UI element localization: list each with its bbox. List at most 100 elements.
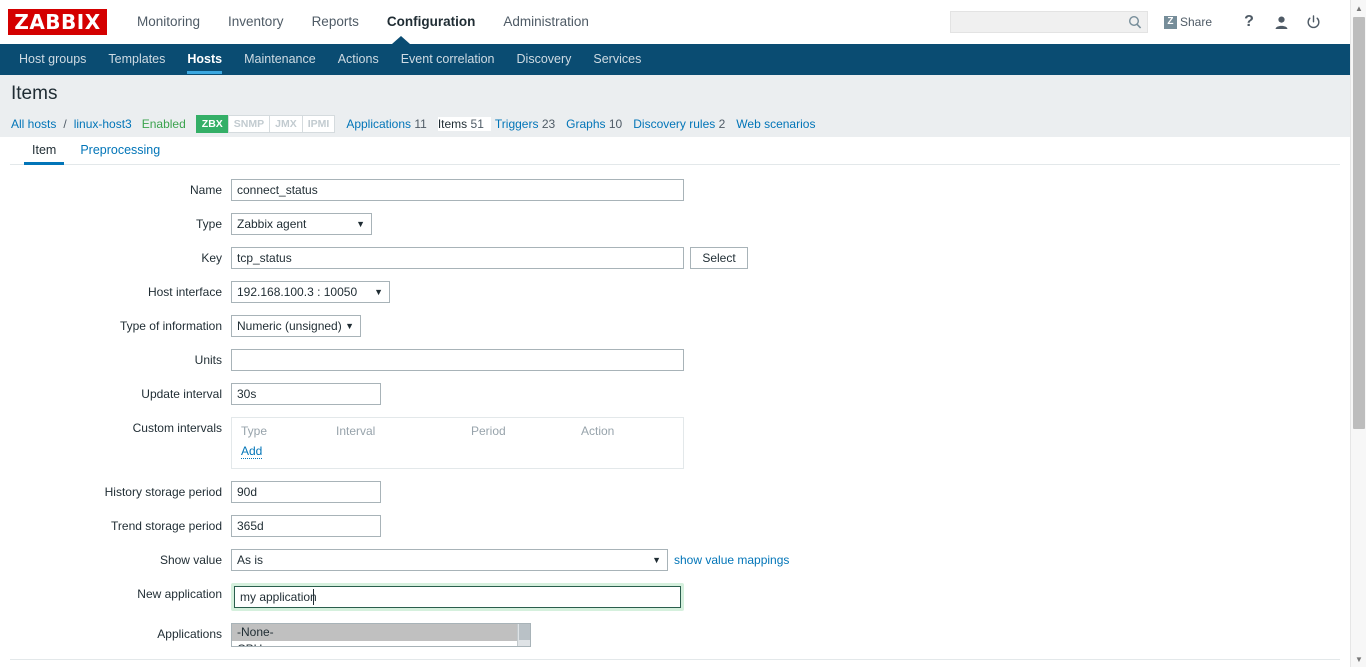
label-type-of-information: Type of information: [119, 319, 222, 333]
badge-jmx[interactable]: JMX: [269, 115, 303, 133]
zabbix-logo[interactable]: ZABBIX: [8, 9, 107, 35]
breadcrumb-link-web-scenarios[interactable]: Web scenarios: [736, 117, 822, 131]
text-cursor-icon: [313, 589, 314, 605]
chevron-down-icon: ▼: [652, 555, 661, 565]
new-application-field-wrapper: [231, 583, 684, 611]
nav-item-administration[interactable]: Administration: [489, 0, 603, 44]
breadcrumb-all-hosts[interactable]: All hosts: [11, 117, 63, 131]
field-row-key: Key Select: [10, 247, 1340, 269]
global-search[interactable]: [949, 11, 1148, 33]
badge-snmp[interactable]: SNMP: [227, 115, 271, 133]
type-select[interactable]: Zabbix agent ▼: [231, 213, 372, 235]
field-row-trend-storage-period: Trend storage period: [10, 515, 1340, 537]
browser-scrollbar-thumb[interactable]: [1353, 17, 1365, 429]
scroll-up-arrow-icon[interactable]: ▲: [1351, 0, 1366, 16]
badge-zbx[interactable]: ZBX: [195, 115, 229, 133]
name-input[interactable]: [231, 179, 684, 201]
power-icon[interactable]: [1300, 9, 1326, 35]
subnav-item-hosts[interactable]: Hosts: [176, 44, 233, 75]
user-icon[interactable]: [1268, 9, 1294, 35]
column-header-type: Type: [241, 424, 268, 438]
show-value-mappings-link[interactable]: show value mappings: [674, 549, 789, 571]
applications-option-cpu[interactable]: CPU: [232, 641, 530, 646]
label-host-interface: Host interface: [147, 285, 222, 299]
label-show-value: Show value: [159, 553, 222, 567]
browser-scrollbar[interactable]: ▲ ▼: [1350, 0, 1366, 667]
field-row-type: Type Zabbix agent ▼: [10, 213, 1340, 235]
link-count-items: 51: [470, 117, 484, 131]
tab-item[interactable]: Item: [20, 143, 68, 165]
label-update-interval: Update interval: [141, 387, 222, 401]
host-interface-select[interactable]: 192.168.100.3 : 10050 ▼: [231, 281, 390, 303]
show-value-selected: As is: [237, 553, 264, 567]
nav-item-configuration[interactable]: Configuration: [373, 0, 489, 44]
subnav-item-actions[interactable]: Actions: [327, 44, 390, 75]
update-interval-input[interactable]: [231, 383, 381, 405]
label-type: Type: [195, 217, 222, 231]
host-interface-badges: ZBX SNMP JMX IPMI: [195, 115, 336, 133]
field-row-history-storage-period: History storage period: [10, 481, 1340, 503]
subnav-item-maintenance[interactable]: Maintenance: [233, 44, 327, 75]
badge-ipmi[interactable]: IPMI: [301, 115, 336, 133]
help-icon[interactable]: ?: [1236, 9, 1262, 35]
field-row-host-interface: Host interface 192.168.100.3 : 10050 ▼: [10, 281, 1340, 303]
main-navigation: Monitoring Inventory Reports Configurati…: [123, 0, 603, 44]
link-label-triggers: Triggers: [494, 117, 539, 131]
chevron-down-icon: ▼: [374, 287, 383, 297]
link-count-applications: 11: [414, 117, 427, 131]
search-input[interactable]: [950, 12, 1147, 32]
host-status-badge: Enabled: [141, 117, 186, 131]
search-icon: [1128, 15, 1142, 30]
trend-storage-period-input[interactable]: [231, 515, 381, 537]
label-key: Key: [201, 251, 222, 265]
host-interface-value: 192.168.100.3 : 10050: [237, 285, 358, 299]
field-row-name: Name: [10, 179, 1340, 201]
key-input[interactable]: [231, 247, 684, 269]
link-label-applications: Applications: [346, 117, 412, 131]
subnav-item-discovery[interactable]: Discovery: [506, 44, 583, 75]
nav-item-inventory[interactable]: Inventory: [214, 0, 298, 44]
scroll-down-arrow-icon[interactable]: ▼: [1351, 651, 1366, 667]
subnav-item-services[interactable]: Services: [582, 44, 652, 75]
new-application-input[interactable]: [234, 586, 681, 608]
show-value-select[interactable]: As is ▼: [231, 549, 668, 571]
breadcrumb-link-discovery-rules[interactable]: Discovery rules 2: [633, 117, 732, 131]
history-storage-period-input[interactable]: [231, 481, 381, 503]
custom-intervals-table: Type Interval Period Action Add: [231, 417, 684, 469]
header-actions: Z Share ?: [949, 9, 1350, 35]
type-of-information-select[interactable]: Numeric (unsigned) ▼: [231, 315, 361, 337]
applications-listbox-scroll-thumb[interactable]: [519, 624, 530, 640]
label-applications: Applications: [157, 627, 222, 641]
breadcrumb-link-triggers[interactable]: Triggers 23: [495, 117, 562, 131]
nav-item-reports[interactable]: Reports: [298, 0, 373, 44]
units-input[interactable]: [231, 349, 684, 371]
breadcrumb-link-graphs[interactable]: Graphs 10: [566, 117, 629, 131]
tab-preprocessing[interactable]: Preprocessing: [68, 143, 172, 164]
page-title: Items: [11, 82, 58, 104]
custom-intervals-add-link[interactable]: Add: [241, 444, 263, 459]
link-count-graphs: 10: [608, 117, 623, 131]
link-label-discovery-rules: Discovery rules: [633, 117, 716, 131]
breadcrumb-host[interactable]: linux-host3: [74, 117, 139, 131]
field-row-new-application: New application: [10, 583, 1340, 611]
breadcrumb-link-applications[interactable]: Applications 11: [346, 117, 434, 131]
key-select-button[interactable]: Select: [690, 247, 748, 269]
applications-option-none[interactable]: -None-: [232, 624, 530, 641]
breadcrumb-link-items[interactable]: Items 51: [437, 117, 491, 131]
sub-navigation: Host groups Templates Hosts Maintenance …: [0, 44, 1350, 75]
subnav-item-event-correlation[interactable]: Event correlation: [390, 44, 506, 75]
app-page: ZABBIX Monitoring Inventory Reports Conf…: [0, 0, 1350, 667]
browser-viewport: ZABBIX Monitoring Inventory Reports Conf…: [0, 0, 1366, 667]
subnav-item-templates[interactable]: Templates: [97, 44, 176, 75]
subnav-item-host-groups[interactable]: Host groups: [8, 44, 97, 75]
nav-item-monitoring[interactable]: Monitoring: [123, 0, 214, 44]
zabbix-share-icon: Z: [1163, 15, 1177, 29]
field-row-applications: Applications -None- CPU: [10, 623, 1340, 647]
label-name: Name: [189, 183, 222, 197]
applications-listbox[interactable]: -None- CPU: [231, 623, 531, 647]
link-count-discovery-rules: 2: [718, 117, 726, 131]
label-trend-storage-period: Trend storage period: [111, 519, 222, 533]
applications-listbox-scrollbar[interactable]: [517, 624, 530, 646]
field-row-update-interval: Update interval: [10, 383, 1340, 405]
share-button[interactable]: Z Share: [1163, 15, 1212, 29]
